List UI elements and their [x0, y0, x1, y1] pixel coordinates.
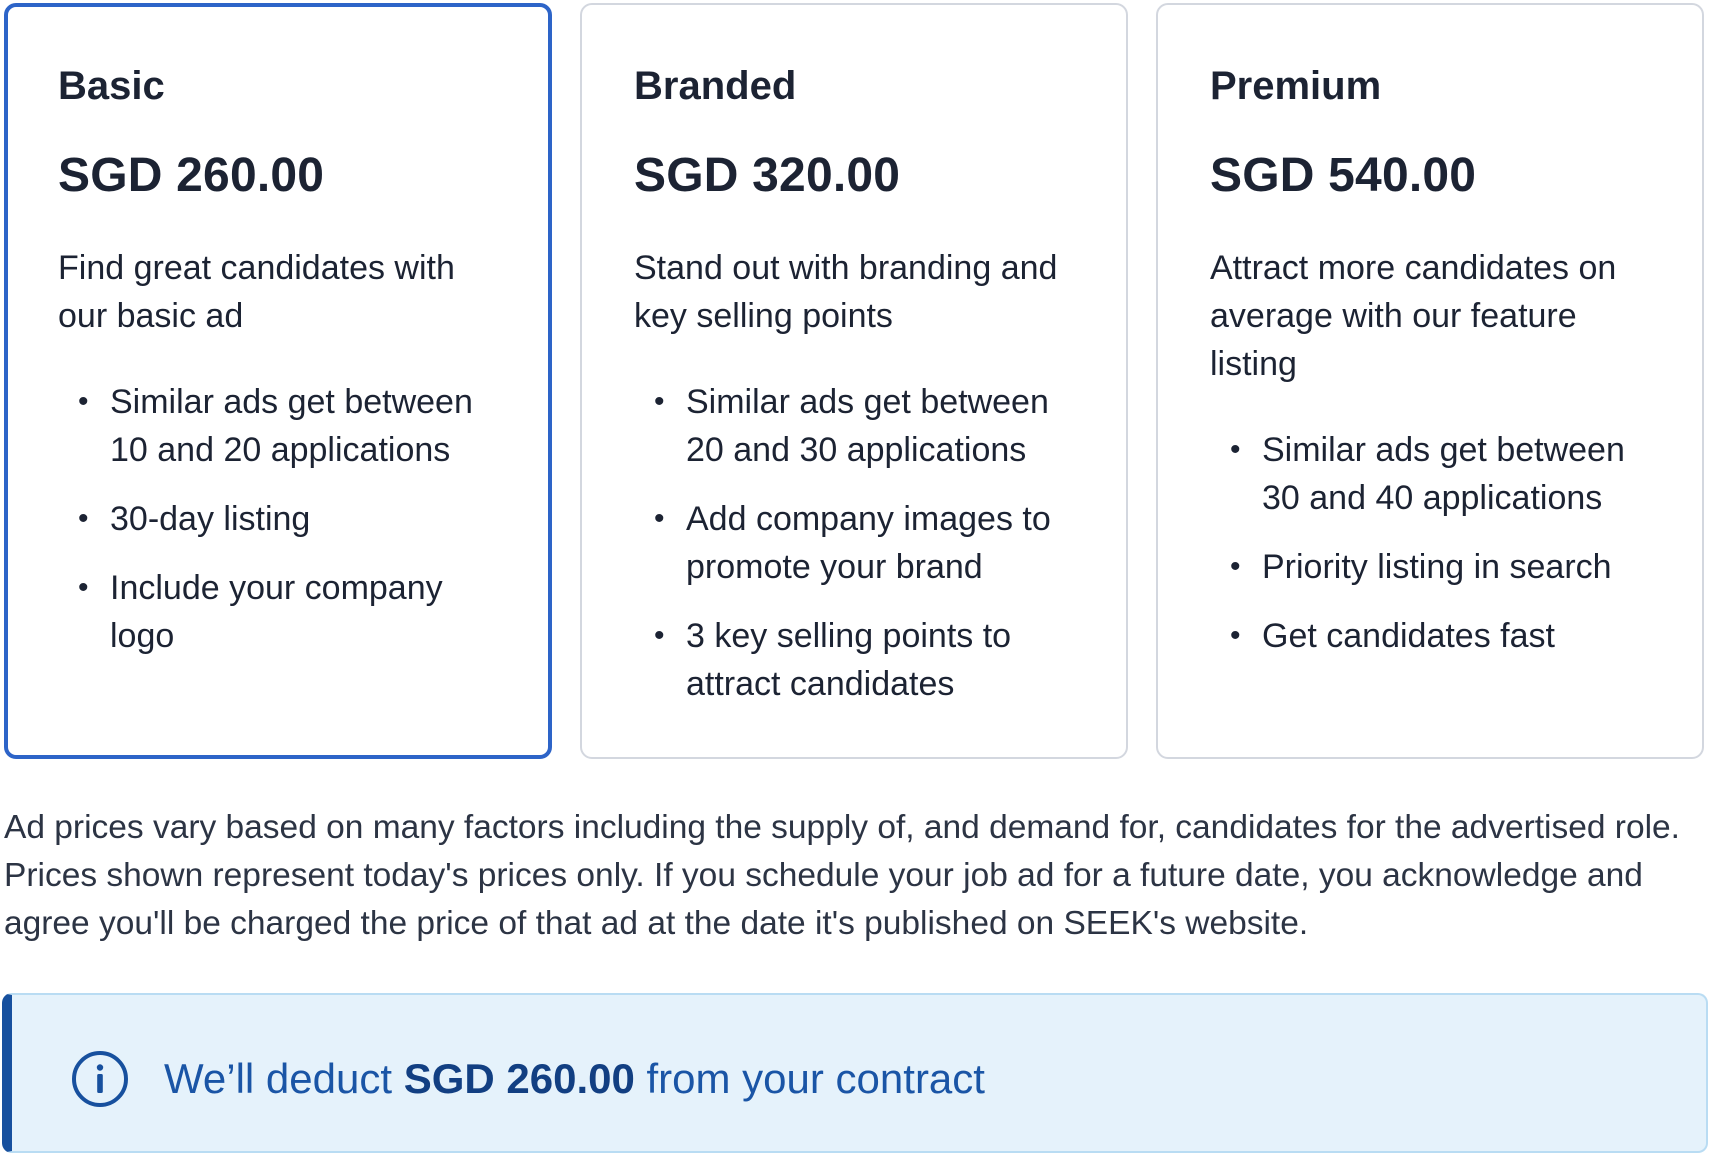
bullet-icon: • — [1230, 550, 1241, 583]
deduction-amount: SGD 260.00 — [403, 1055, 635, 1102]
bullet-icon: • — [1230, 619, 1241, 652]
feature-item: • Add company images to promote your bran… — [634, 495, 1074, 591]
plan-price: SGD 260.00 — [58, 149, 325, 202]
plan-card-premium[interactable]: Premium SGD 540.00 Attract more candidat… — [1156, 3, 1704, 759]
feature-item: • Include your company logo — [58, 564, 498, 660]
feature-item: • Similar ads get between 30 and 40 appli… — [1210, 426, 1650, 522]
plan-features: • Similar ads get between 20 and 30 appli… — [634, 378, 1074, 708]
plan-card-branded[interactable]: Branded SGD 320.00 Stand out with brandi… — [580, 3, 1128, 759]
info-icon — [72, 1051, 128, 1107]
feature-text: 3 key selling points to attract candidat… — [686, 617, 1012, 703]
plan-description: Find great candidates with our basic ad — [58, 249, 455, 335]
bullet-icon: • — [654, 502, 665, 535]
feature-text: Priority listing in search — [1262, 548, 1612, 586]
feature-item: • Get candidates fast — [1210, 612, 1650, 660]
bullet-icon: • — [1230, 433, 1241, 466]
plan-price: SGD 320.00 — [634, 149, 901, 202]
feature-text: Similar ads get between 30 and 40 applic… — [1262, 431, 1625, 517]
contract-deduction-banner: We’ll deduct SGD 260.00 from your contra… — [2, 993, 1708, 1153]
feature-text: Get candidates fast — [1262, 617, 1555, 655]
bullet-icon: • — [654, 619, 665, 652]
plan-description: Attract more candidates on average with … — [1210, 249, 1617, 383]
feature-item: • Similar ads get between 10 and 20 appli… — [58, 378, 498, 474]
feature-text: Similar ads get between 20 and 30 applic… — [686, 383, 1049, 469]
plan-price: SGD 540.00 — [1210, 149, 1477, 202]
bullet-icon: • — [654, 385, 665, 418]
feature-item: • Priority listing in search — [1210, 543, 1650, 591]
bullet-icon: • — [78, 571, 89, 604]
deduction-message: We’ll deduct SGD 260.00 from your contra… — [164, 1051, 985, 1107]
feature-item: • 3 key selling points to attract candida… — [634, 612, 1074, 708]
bullet-icon: • — [78, 502, 89, 535]
plan-card-basic[interactable]: Basic SGD 260.00 Find great candidates w… — [4, 3, 552, 759]
plan-description: Stand out with branding and key selling … — [634, 249, 1058, 335]
feature-text: Include your company logo — [110, 569, 443, 655]
deduction-prefix: We’ll deduct — [164, 1055, 404, 1102]
feature-item: • 30-day listing — [58, 495, 498, 543]
plan-features: • Similar ads get between 30 and 40 appli… — [1210, 426, 1650, 660]
deduction-suffix: from your contract — [634, 1055, 985, 1102]
feature-text: 30-day listing — [110, 500, 311, 538]
feature-text: Add company images to promote your brand — [686, 500, 1051, 586]
plan-title: Basic — [58, 64, 165, 108]
plan-title: Branded — [634, 64, 797, 108]
plan-title: Premium — [1210, 64, 1382, 108]
feature-text: Similar ads get between 10 and 20 applic… — [110, 383, 473, 469]
feature-item: • Similar ads get between 20 and 30 appli… — [634, 378, 1074, 474]
plan-features: • Similar ads get between 10 and 20 appli… — [58, 378, 498, 660]
pricing-disclaimer: Ad prices vary based on many factors inc… — [4, 809, 1680, 942]
bullet-icon: • — [78, 385, 89, 418]
